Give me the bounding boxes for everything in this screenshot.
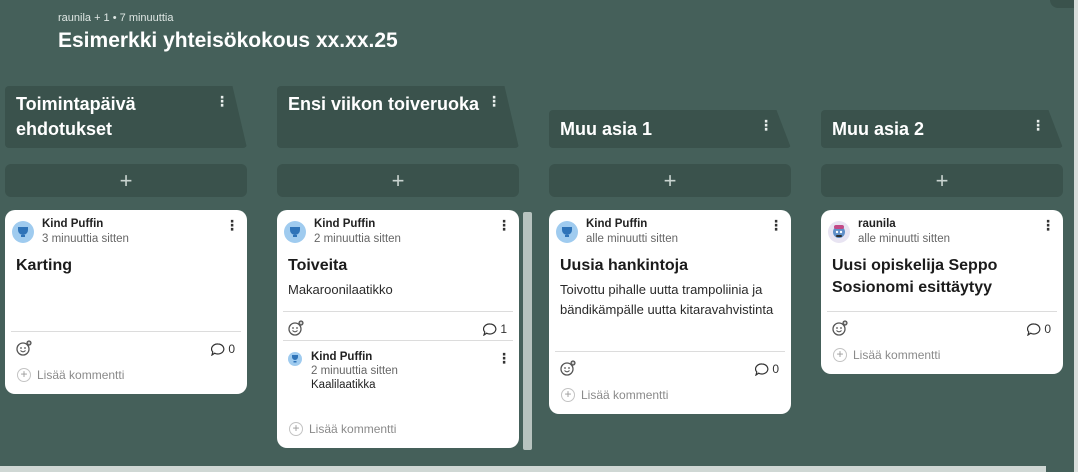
comment-bubble-icon [483,322,497,336]
comment-author: Kind Puffin [311,351,373,363]
author-name: Kind Puffin [42,218,104,230]
column-header[interactable]: Ensi viikon toiveruoka ⋮ [277,86,519,148]
column-header[interactable]: Muu asia 2 ⋮ [821,110,1063,148]
divider [11,331,241,332]
comment-count[interactable]: 0 [755,362,779,376]
more-vertical-icon[interactable]: ⋮ [769,218,783,232]
add-comment-label: Lisää kommentti [853,348,941,362]
comment-count-label: 0 [228,342,235,356]
trophy-avatar-icon [556,221,578,243]
column-header[interactable]: Muu asia 1 ⋮ [549,110,791,148]
add-reaction-icon[interactable] [16,340,32,356]
post-card[interactable]: raunila alle minuutti sitten ⋮ Uusi opis… [821,210,1063,374]
horizontal-scrollbar[interactable] [0,466,1046,472]
divider [827,311,1057,312]
add-comment-button[interactable]: + Lisää kommentti [289,422,396,436]
add-post-button[interactable]: + [5,164,247,197]
plus-icon: + [17,368,31,382]
more-vertical-icon[interactable]: ⋮ [759,118,773,132]
comment-count[interactable]: 0 [211,342,235,356]
column-title: Toimintapäivä ehdotukset [16,94,136,139]
column-toimintapaiva: Toimintapäivä ehdotukset ⋮ + Kind Puffin… [5,86,247,396]
more-vertical-icon[interactable]: ⋮ [487,94,501,108]
comment-count-label: 0 [1044,322,1051,336]
post-timestamp: 3 minuuttia sitten [42,233,129,245]
add-comment-button[interactable]: + Lisää kommentti [561,388,668,402]
comment-bubble-icon [755,362,769,376]
comment-text: Kaalilaatikka [311,379,376,391]
plus-icon: + [833,348,847,362]
column-muu-asia-2: Muu asia 2 ⋮ + raunila alle minuutti sit… [821,86,1063,386]
comment-count[interactable]: 0 [1027,322,1051,336]
post-body: Toivottu pihalle uutta trampoliinia ja b… [560,282,774,317]
post-title: Uusi opiskelija Seppo Sosionomi esittäyt… [832,257,998,296]
more-vertical-icon[interactable]: ⋮ [1041,218,1055,232]
trophy-avatar-icon [288,352,302,366]
comment-count-label: 0 [772,362,779,376]
post-timestamp: alle minuutti sitten [586,233,679,245]
post-timestamp: 2 minuuttia sitten [314,233,401,245]
column-title: Muu asia 1 [560,119,653,139]
more-vertical-icon[interactable]: ⋮ [215,94,229,108]
add-comment-label: Lisää kommentti [581,388,669,402]
post-title: Karting [16,257,72,274]
more-vertical-icon[interactable]: ⋮ [1031,118,1045,132]
column-title: Ensi viikon toiveruoka [288,94,480,114]
plus-icon: + [289,422,303,436]
board-title[interactable]: Esimerkki yhteisökokous xx.xx.25 [58,29,398,53]
column-title: Muu asia 2 [832,119,925,139]
add-comment-button[interactable]: + Lisää kommentti [17,368,124,382]
comment-count-label: 1 [500,322,507,336]
comment-count[interactable]: 1 [483,322,507,336]
add-post-button[interactable]: + [549,164,791,197]
character-avatar-icon [828,221,850,243]
plus-icon: + [561,388,575,402]
board-meta: raunila + 1 • 7 minuuttia [58,12,174,24]
post-title: Toiveita [288,257,348,274]
divider [555,351,785,352]
comment-bubble-icon [211,342,225,356]
more-vertical-icon[interactable]: ⋮ [497,218,511,232]
column-toiveruoka: Ensi viikon toiveruoka ⋮ + Kind Puffin 2… [277,86,519,456]
add-post-button[interactable]: + [277,164,519,197]
post-timestamp: alle minuutti sitten [858,233,951,245]
add-comment-button[interactable]: + Lisää kommentti [833,348,940,362]
column-muu-asia-1: Muu asia 1 ⋮ + Kind Puffin alle minuutti… [549,86,791,416]
post-title: Uusia hankintoja [560,257,689,274]
column-header[interactable]: Toimintapäivä ehdotukset ⋮ [5,86,247,148]
author-name: raunila [858,218,896,230]
add-post-button[interactable]: + [821,164,1063,197]
post-card[interactable]: Kind Puffin 2 minuuttia sitten ⋮ Toiveit… [277,210,519,448]
comment-item: Kind Puffin 2 minuuttia sitten Kaalilaat… [288,350,510,396]
post-body: Makaroonilaatikko [288,282,393,297]
post-card[interactable]: Kind Puffin alle minuutti sitten ⋮ Uusia… [549,210,791,414]
author-name: Kind Puffin [586,218,648,230]
comment-bubble-icon [1027,322,1041,336]
vertical-scrollbar[interactable] [523,212,532,450]
divider [283,311,513,312]
more-vertical-icon[interactable]: ⋮ [497,351,511,365]
trophy-avatar-icon [284,221,306,243]
more-vertical-icon[interactable]: ⋮ [225,218,239,232]
author-name: Kind Puffin [314,218,376,230]
right-edge-panel [1074,0,1078,472]
add-reaction-icon[interactable] [560,360,576,376]
add-comment-label: Lisää kommentti [37,368,125,382]
divider [283,340,513,341]
post-card[interactable]: Kind Puffin 3 minuuttia sitten ⋮ Karting… [5,210,247,394]
add-comment-label: Lisää kommentti [309,422,397,436]
add-reaction-icon[interactable] [288,320,304,336]
add-reaction-icon[interactable] [832,320,848,336]
comment-timestamp: 2 minuuttia sitten [311,365,398,377]
trophy-avatar-icon [12,221,34,243]
